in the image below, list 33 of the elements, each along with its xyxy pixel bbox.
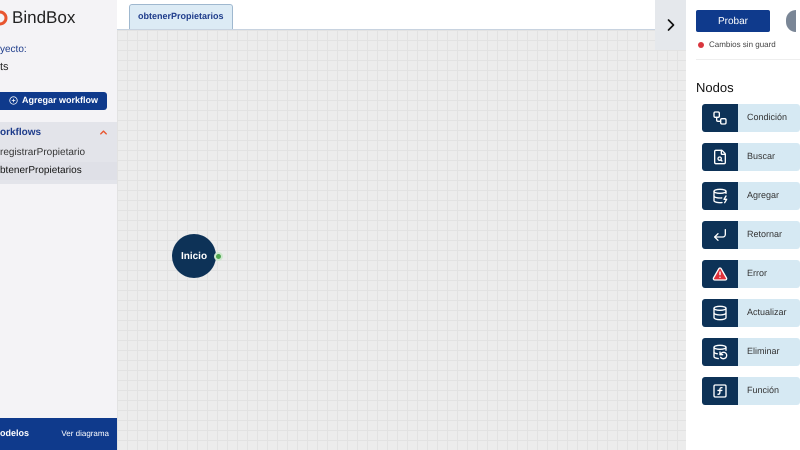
file-search-icon: [712, 148, 728, 164]
view-diagram-link[interactable]: Ver diagrama: [61, 428, 109, 440]
project-label: yecto:: [0, 43, 28, 57]
node-item[interactable]: Condición: [702, 104, 800, 132]
workflow-item[interactable]: registrarPropietario: [0, 144, 117, 162]
node-item[interactable]: Actualizar: [702, 298, 800, 326]
panel-title: Nodos: [696, 79, 735, 97]
project-name: ts: [0, 60, 10, 75]
return-icon: [712, 226, 728, 242]
node-item[interactable]: Eliminar: [702, 338, 800, 366]
status-text: Cambios sin guard: [709, 39, 776, 51]
database-icon: [712, 188, 728, 204]
output-port[interactable]: [214, 252, 223, 260]
database-icon: [712, 304, 728, 320]
workflow-tab[interactable]: obtenerPropietarios: [129, 4, 233, 29]
workflow-item[interactable]: btenerPropietarios: [0, 162, 117, 180]
node-item[interactable]: Función: [702, 376, 800, 404]
node-item[interactable]: Agregar: [702, 182, 800, 210]
close-button[interactable]: [786, 10, 796, 32]
footer-title: odelos: [0, 427, 30, 440]
brand-name: BindBox: [12, 7, 76, 30]
run-button[interactable]: Probar: [696, 10, 770, 32]
node-item[interactable]: Retornar: [702, 220, 800, 248]
database-icon: [712, 344, 728, 360]
branch-icon: [712, 110, 728, 126]
warning-icon: [712, 266, 728, 282]
plus-icon: [8, 96, 18, 105]
node-item[interactable]: Buscar: [702, 142, 800, 170]
node-item[interactable]: Error: [702, 260, 800, 288]
start-node[interactable]: Inicio: [172, 234, 216, 278]
add-workflow-button[interactable]: Agregar workflow: [0, 92, 107, 110]
section-header[interactable]: orkflows: [0, 122, 117, 144]
function-icon: [712, 382, 728, 398]
